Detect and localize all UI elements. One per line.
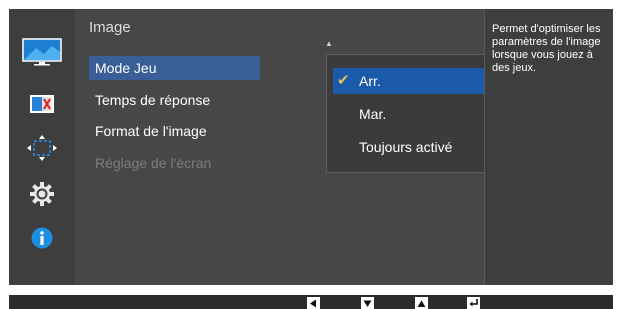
menu-item-temps-de-reponse[interactable]: Temps de réponse [89,88,260,112]
key-guide-bar [9,295,613,309]
left-arrow-key-icon[interactable] [307,297,320,309]
down-arrow-key-icon[interactable] [361,297,374,309]
osd-window: Image ▲ Mode Jeu Temps de réponse Format… [9,9,613,285]
menu-item-reglage-de-l-ecran: Réglage de l'écran [89,151,260,175]
size-position-icon[interactable] [21,133,63,163]
settings-gear-icon[interactable] [21,179,63,209]
information-icon[interactable] [21,223,63,253]
menu-panel: Image ▲ Mode Jeu Temps de réponse Format… [75,9,537,285]
enter-key-icon[interactable] [467,297,480,309]
color-icon[interactable] [21,89,63,119]
dropdown-option-label: Mar. [359,106,387,122]
help-panel: Permet d'optimiser les paramètres de l'i… [484,9,613,285]
menu-item-format-de-l-image[interactable]: Format de l'image [89,119,260,143]
up-arrow-key-icon[interactable] [415,297,428,309]
menu-item-label: Réglage de l'écran [95,155,212,171]
dropdown-option-label: Arr. [359,73,381,89]
menu-item-label: Format de l'image [95,123,207,139]
scroll-up-indicator-icon: ▲ [325,39,333,48]
menu-title: Image [89,19,131,36]
dropdown-option-label: Toujours activé [359,139,453,155]
picture-icon[interactable] [21,37,63,67]
help-description: Permet d'optimiser les paramètres de l'i… [492,23,601,74]
category-sidebar [9,9,75,285]
menu-item-label: Temps de réponse [95,92,211,108]
menu-item-mode-jeu[interactable]: Mode Jeu [89,56,260,80]
menu-item-label: Mode Jeu [95,60,157,76]
checkmark-icon: ✔ [337,72,350,89]
